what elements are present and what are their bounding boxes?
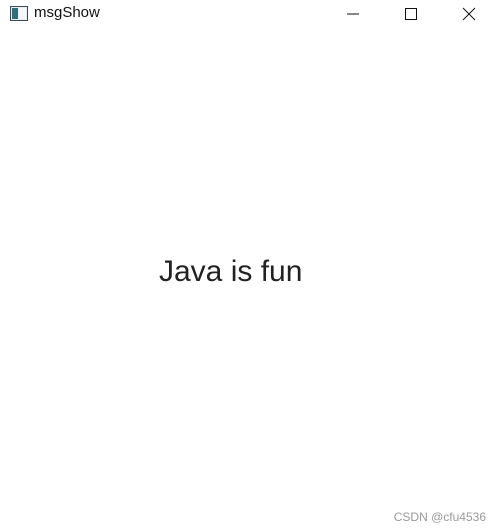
app-icon bbox=[10, 6, 28, 21]
message-label: Java is fun bbox=[159, 255, 303, 288]
window-content: Java is fun CSDN @cfu4536 bbox=[0, 28, 500, 532]
close-button[interactable] bbox=[446, 0, 492, 28]
close-icon bbox=[462, 7, 476, 21]
window-title: msgShow bbox=[34, 4, 100, 21]
minimize-button[interactable] bbox=[330, 0, 376, 28]
app-window: msgShow Java is fun CSDN @cfu4536 bbox=[0, 0, 500, 532]
watermark-text: CSDN @cfu4536 bbox=[393, 510, 486, 524]
title-bar[interactable]: msgShow bbox=[0, 0, 500, 28]
maximize-button[interactable] bbox=[388, 0, 434, 28]
maximize-icon bbox=[405, 8, 417, 20]
minimize-icon bbox=[347, 13, 359, 15]
